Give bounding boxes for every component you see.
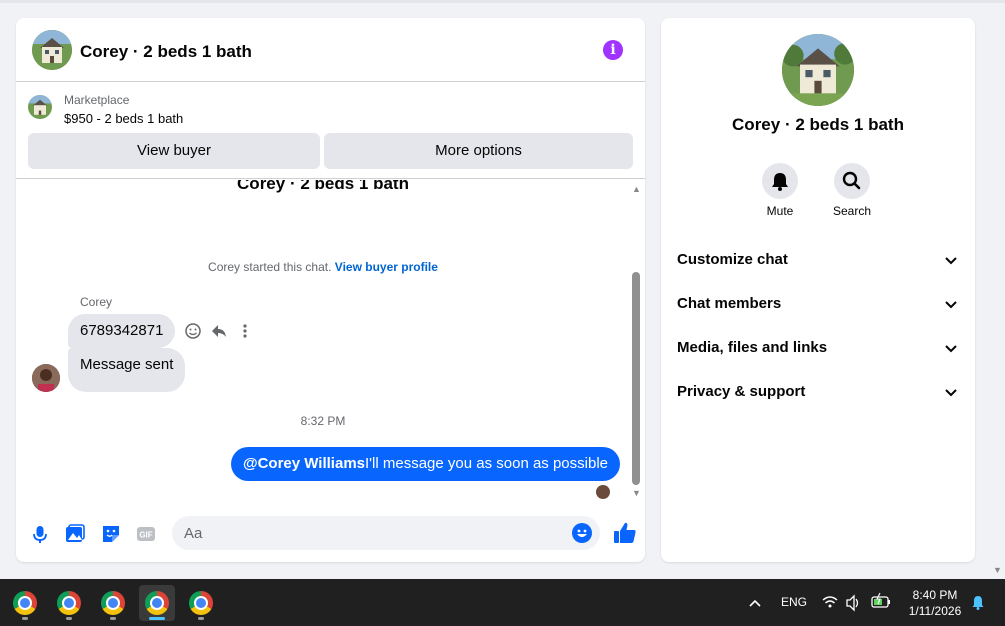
wifi-icon[interactable] <box>822 579 838 626</box>
search-button[interactable] <box>834 163 870 199</box>
sticker-icon[interactable] <box>99 522 123 546</box>
thread-scrollbar[interactable]: ▲ ▼ <box>630 180 642 500</box>
chrome-icon <box>101 591 125 615</box>
chevron-down-icon <box>943 384 959 400</box>
outgoing-message-bubble[interactable]: @Corey WilliamsI'll message you as soon … <box>230 447 620 481</box>
chat-info-panel: Corey · 2 beds 1 bath Mute Search Custom… <box>661 18 975 562</box>
more-options-button[interactable]: More options <box>324 133 633 169</box>
clock-date: 1/11/2026 <box>908 604 962 618</box>
page-scroll-down-arrow-icon[interactable]: ▼ <box>993 565 1002 575</box>
composer: GIF <box>16 510 645 562</box>
running-indicator <box>66 617 72 620</box>
chevron-down-icon <box>943 340 959 356</box>
taskbar-app-chrome[interactable] <box>7 585 43 621</box>
section-label: Media, files and links <box>677 339 828 356</box>
chat-window: Corey · 2 beds 1 bath i Marketplace $950… <box>16 18 645 562</box>
sender-name: Corey <box>80 295 113 309</box>
outgoing-message-text: I'll message you as soon as possible <box>365 455 608 472</box>
message-input-box[interactable] <box>172 516 600 550</box>
chat-header: Corey · 2 beds 1 bath i <box>16 18 645 82</box>
language-indicator[interactable]: ENG <box>781 579 807 626</box>
chat-started-notice: Corey started this chat. View buyer prof… <box>16 260 630 274</box>
scroll-down-arrow-icon[interactable]: ▼ <box>632 488 641 498</box>
mention[interactable]: @Corey Williams <box>243 455 365 472</box>
message-thread: Corey · 2 beds 1 bath Corey started this… <box>16 180 645 500</box>
battery-icon[interactable] <box>870 579 892 626</box>
message-bubble[interactable]: Message sent <box>68 348 186 392</box>
more-icon[interactable] <box>234 318 256 344</box>
chevron-up-icon[interactable] <box>747 579 763 626</box>
view-buyer-profile-link[interactable]: View buyer profile <box>335 260 438 274</box>
section-label: Customize chat <box>677 251 788 268</box>
chevron-down-icon <box>943 296 959 312</box>
listing-card: Marketplace $950 - 2 beds 1 bath View bu… <box>16 83 645 179</box>
section-customize-chat[interactable]: Customize chat <box>669 240 967 280</box>
svg-text:GIF: GIF <box>139 531 152 540</box>
photo-icon[interactable] <box>63 522 87 546</box>
gif-icon[interactable]: GIF <box>134 522 158 546</box>
thread-title: Corey · 2 beds 1 bath <box>237 180 409 193</box>
running-indicator <box>198 617 204 620</box>
section-label: Privacy & support <box>677 383 806 400</box>
mute-label: Mute <box>766 204 794 218</box>
chevron-down-icon <box>943 252 959 268</box>
chrome-icon <box>13 591 37 615</box>
info-icon[interactable]: i <box>603 40 623 60</box>
chrome-icon <box>145 591 169 615</box>
notification-bell-icon[interactable] <box>970 579 986 626</box>
volume-icon[interactable] <box>845 579 861 626</box>
message-timestamp: 8:32 PM <box>300 414 346 428</box>
thumbs-up-icon[interactable] <box>612 520 638 546</box>
section-privacy-support[interactable]: Privacy & support <box>669 372 967 412</box>
scroll-thumb[interactable] <box>632 272 640 485</box>
mute-button[interactable] <box>762 163 798 199</box>
chat-started-text: Corey started this chat. <box>208 260 332 274</box>
section-chat-members[interactable]: Chat members <box>669 284 967 324</box>
listing-source: Marketplace <box>64 93 130 107</box>
sender-avatar[interactable] <box>32 364 60 392</box>
react-icon[interactable] <box>182 318 204 344</box>
taskbar-app-chrome[interactable] <box>95 585 131 621</box>
running-indicator <box>110 617 116 620</box>
reply-icon[interactable] <box>208 318 230 344</box>
microphone-icon[interactable] <box>28 522 52 546</box>
clock-time: 8:40 PM <box>912 588 958 602</box>
section-label: Chat members <box>677 295 782 312</box>
profile-avatar[interactable] <box>782 34 854 106</box>
chrome-icon <box>57 591 81 615</box>
listing-thumbnail <box>28 95 52 119</box>
search-label: Search <box>832 204 872 218</box>
view-buyer-button[interactable]: View buyer <box>28 133 320 169</box>
seen-avatar <box>596 485 610 499</box>
running-indicator <box>22 617 28 620</box>
system-clock[interactable]: 8:40 PM 1/11/2026 <box>900 587 970 619</box>
message-actions <box>182 318 256 344</box>
chat-title[interactable]: Corey · 2 beds 1 bath <box>80 42 252 62</box>
message-bubble[interactable]: 6789342871 <box>68 314 176 348</box>
taskbar: ENG 8:40 PM 1/11/2026 <box>0 579 1005 626</box>
profile-title: Corey · 2 beds 1 bath <box>732 115 904 134</box>
section-media-files-links[interactable]: Media, files and links <box>669 328 967 368</box>
message-input[interactable] <box>172 516 552 550</box>
scroll-up-arrow-icon[interactable]: ▲ <box>632 184 641 194</box>
running-indicator <box>149 617 165 620</box>
top-border <box>0 0 1005 3</box>
listing-avatar[interactable] <box>32 30 72 70</box>
taskbar-app-chrome[interactable] <box>51 585 87 621</box>
emoji-icon[interactable] <box>572 523 592 543</box>
listing-price: $950 - 2 beds 1 bath <box>64 111 184 126</box>
taskbar-app-chrome[interactable] <box>183 585 219 621</box>
chrome-icon <box>189 591 213 615</box>
taskbar-app-chrome-active[interactable] <box>139 585 175 621</box>
